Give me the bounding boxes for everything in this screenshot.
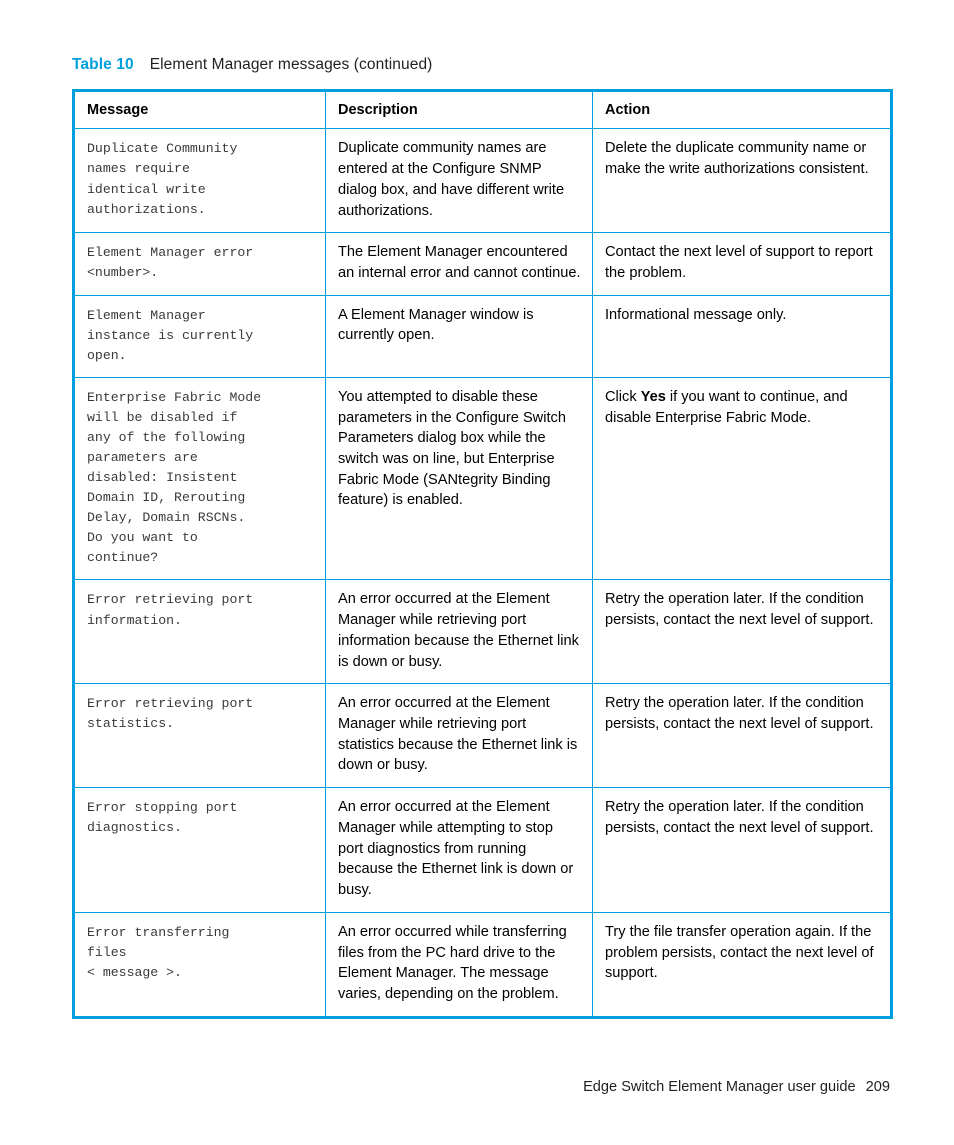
table-header-row: Message Description Action	[73, 90, 892, 130]
cell-description: The Element Manager encountered an inter…	[325, 232, 593, 296]
cell-action: Retry the operation later. If the condit…	[592, 787, 892, 913]
cell-action: Informational message only.	[592, 295, 892, 378]
table-caption: Table 10 Element Manager messages (contin…	[72, 56, 432, 74]
cell-message: Element Manager error <number>.	[73, 232, 326, 296]
table-caption-label: Table 10	[72, 56, 134, 73]
cell-description: Duplicate community names are entered at…	[325, 128, 593, 234]
cell-action: Try the file transfer operation again. I…	[605, 923, 874, 982]
document-page: Table 10 Element Manager messages (contin…	[0, 0, 954, 1145]
table-row: Element Manager error <number>. The Elem…	[73, 232, 892, 296]
footer-page-number: 209	[865, 1079, 890, 1095]
table-row: Element Manager instance is currently op…	[73, 295, 892, 378]
table-body: Duplicate Community names require identi…	[73, 128, 892, 1018]
cell-message: Error transferring files < message >.	[73, 912, 326, 1018]
action-emphasis-yes: Yes	[640, 388, 666, 405]
page-footer: Edge Switch Element Manager user guide 20…	[583, 1079, 890, 1095]
cell-description: A Element Manager window is currently op…	[325, 295, 593, 378]
cell-description: You attempted to disable these parameter…	[325, 377, 593, 581]
table-row: Duplicate Community names require identi…	[73, 128, 892, 234]
table-row: Error retrieving port information. An er…	[73, 579, 892, 685]
cell-action: Delete the duplicate community name or m…	[592, 128, 892, 234]
cell-description: An error occurred at the Element Manager…	[325, 579, 593, 685]
cell-description: An error occurred at the Element Manager…	[325, 787, 593, 913]
cell-action: Retry the operation later. If the condit…	[592, 579, 892, 685]
cell-description: An error occurred while transferring fil…	[325, 912, 593, 1018]
cell-message: Element Manager instance is currently op…	[73, 295, 326, 378]
cell-action: Contact the next level of support to rep…	[592, 232, 892, 296]
cell-message: Duplicate Community names require identi…	[73, 128, 326, 234]
column-header-action: Action	[592, 90, 892, 130]
action-text-prefix: Click	[605, 388, 641, 405]
cell-message: Enterprise Fabric Mode will be disabled …	[73, 377, 326, 581]
table-row: Error stopping port diagnostics. An erro…	[73, 787, 892, 913]
cell-description: An error occurred at the Element Manager…	[325, 683, 593, 789]
cell-message: Error retrieving port statistics.	[73, 683, 326, 789]
cell-action: Retry the operation later. If the condit…	[592, 683, 892, 789]
footer-document-title: Edge Switch Element Manager user guide	[583, 1079, 856, 1095]
table-row: Error transferring files < message >. An…	[73, 912, 892, 1018]
cell-message: Error retrieving port information.	[73, 579, 326, 685]
table-row: Error retrieving port statistics. An err…	[73, 683, 892, 789]
cell-action: Click Yes if you want to continue, and d…	[592, 377, 892, 581]
table-caption-text: Element Manager messages (continued)	[149, 56, 433, 73]
table-row: Enterprise Fabric Mode will be disabled …	[73, 377, 892, 581]
element-manager-messages-table: Message Description Action Duplicate Com…	[72, 89, 893, 1019]
column-header-message: Message	[73, 90, 326, 130]
column-header-description: Description	[325, 90, 593, 130]
cell-message: Error stopping port diagnostics.	[73, 787, 326, 913]
